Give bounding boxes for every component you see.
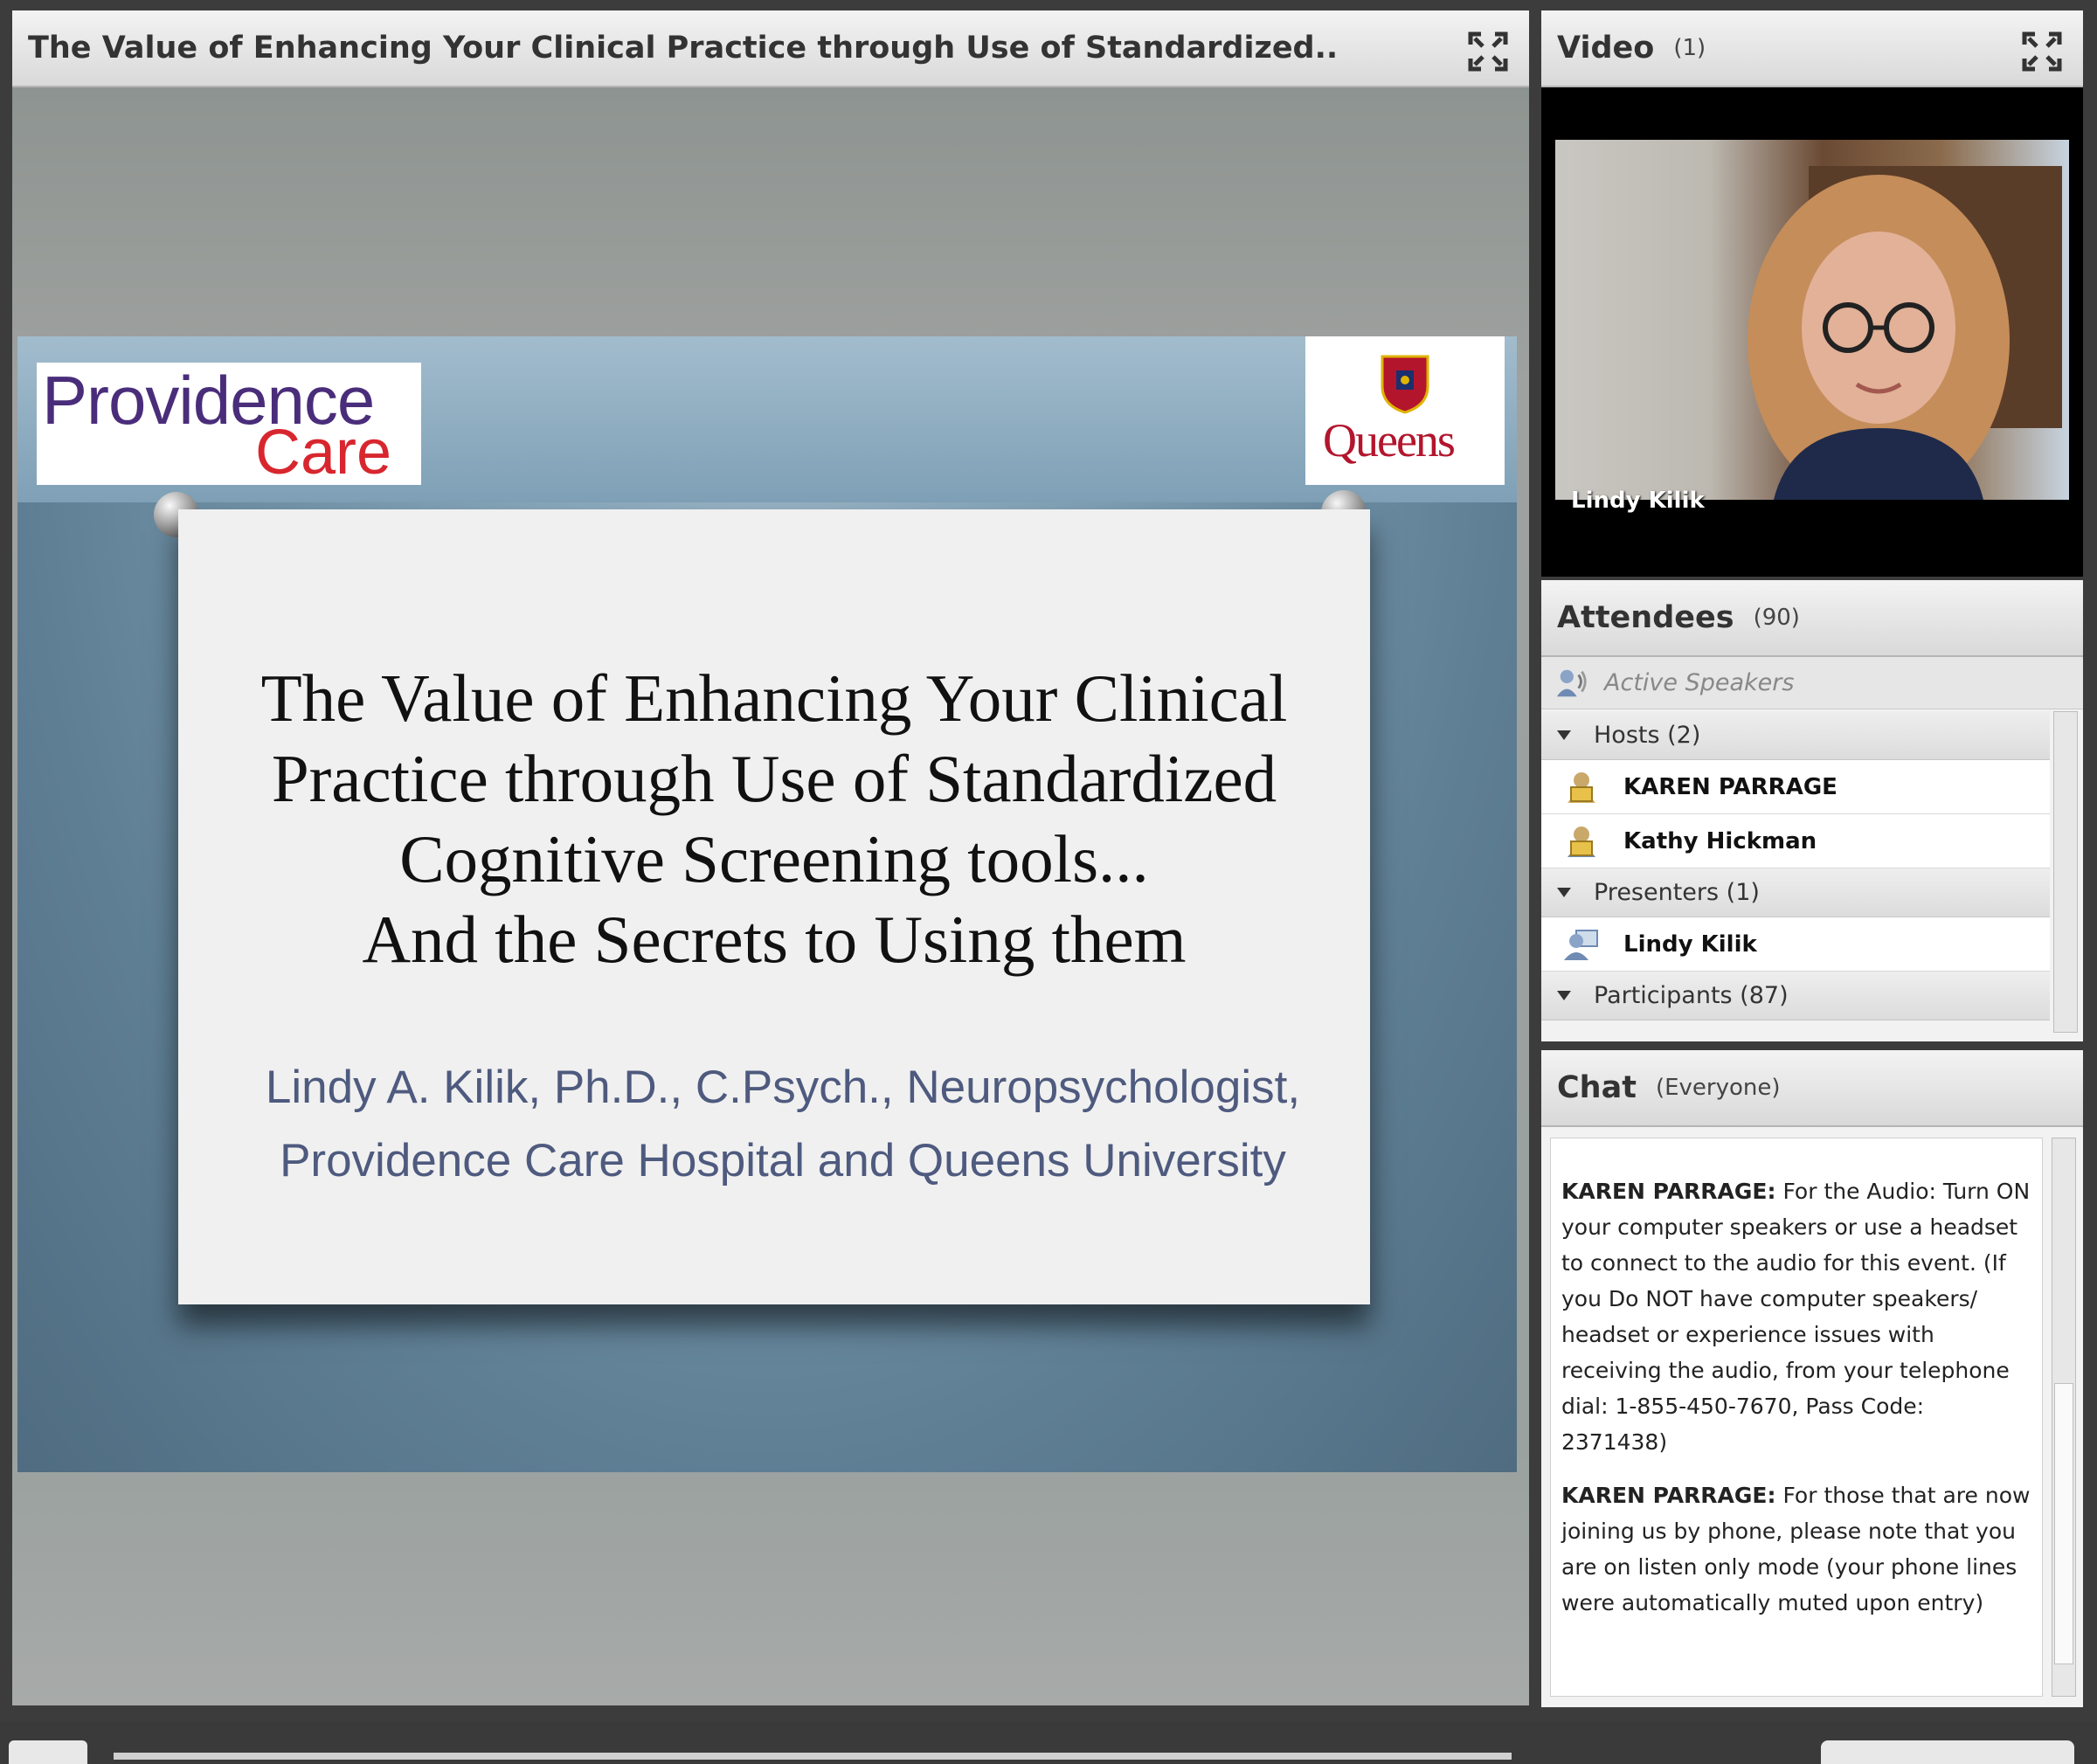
attendee-name: Kathy Hickman	[1623, 827, 1817, 854]
attendees-pod-title: Attendees	[1557, 600, 1734, 635]
share-pod-title: The Value of Enhancing Your Clinical Pra…	[28, 31, 1339, 66]
providence-care-logo: Providence Care	[37, 362, 421, 488]
host-lock-icon	[1568, 771, 1595, 803]
attendees-pod: Attendees (90) Active Speakers Hosts (2)…	[1541, 580, 2083, 1041]
host-lock-icon	[1568, 826, 1595, 857]
queens-logo-text: Queens	[1323, 414, 1456, 467]
slide-title: The Value of Enhancing Your Clinical Pra…	[204, 658, 1344, 979]
slide-area: Providence Care Queens The Value of Enha…	[12, 87, 1529, 1705]
chat-message: KAREN PARRAGE: For those that are now jo…	[1561, 1477, 2035, 1621]
queens-logo: Queens	[1305, 336, 1505, 485]
chat-sender: KAREN PARRAGE:	[1561, 1179, 1776, 1204]
chat-message-area: KAREN PARRAGE: For the Audio: Turn ON yo…	[1550, 1138, 2043, 1697]
bottom-toolbar	[0, 1721, 2097, 1764]
chat-scroll-thumb[interactable]	[2054, 1383, 2073, 1664]
video-pod-title: Video	[1557, 31, 1655, 66]
slide-title-line: Practice through Use of Standardized	[271, 741, 1277, 816]
attendees-pod-header: Attendees (90)	[1541, 580, 2083, 657]
attendee-list: Hosts (2) KAREN PARRAGE Kathy Hickman Pr…	[1541, 711, 2050, 1034]
speaker-icon	[1556, 669, 1587, 696]
presenter-icon	[1564, 929, 1598, 960]
video-pod-header: Video (1)	[1541, 10, 2083, 87]
attendee-name: KAREN PARRAGE	[1623, 773, 1837, 800]
video-pod-count: (1)	[1673, 35, 1706, 61]
chat-message: KAREN PARRAGE: For the Audio: Turn ON yo…	[1561, 1173, 2035, 1460]
attendee-group-presenters[interactable]: Presenters (1)	[1541, 868, 2050, 917]
bottom-right-button[interactable]	[1821, 1740, 2074, 1764]
chat-pod-header: Chat (Everyone)	[1541, 1050, 2083, 1127]
group-label: Presenters (1)	[1594, 879, 1760, 906]
slide-author-line: Providence Care Hospital and Queens Univ…	[280, 1135, 1286, 1186]
slide-title-line: And the Secrets to Using them	[362, 902, 1187, 977]
fullscreen-expand-icon[interactable]	[1468, 31, 1508, 72]
bottom-scroll-track[interactable]	[114, 1753, 1512, 1760]
video-pod: Video (1) Lindy Kilik	[1541, 10, 2083, 577]
attendee-group-hosts[interactable]: Hosts (2)	[1541, 711, 2050, 760]
group-label: Participants (87)	[1594, 982, 1789, 1009]
triangle-down-icon[interactable]	[1557, 991, 1571, 1000]
queens-crest-icon	[1381, 355, 1429, 414]
fullscreen-expand-icon[interactable]	[2022, 31, 2062, 72]
attendee-row[interactable]: Kathy Hickman	[1541, 814, 2050, 868]
slide-author: Lindy A. Kilik, Ph.D., C.Psych., Neurops…	[196, 1051, 1370, 1198]
chat-scrollbar[interactable]	[2052, 1138, 2076, 1697]
attendee-list-scrollbar[interactable]	[2053, 711, 2078, 1033]
chat-pod-scope: (Everyone)	[1655, 1075, 1781, 1101]
presentation-slide: Providence Care Queens The Value of Enha…	[17, 336, 1517, 1472]
group-label: Hosts (2)	[1594, 722, 1701, 749]
attendees-pod-count: (90)	[1753, 605, 1800, 631]
providence-logo-line2: Care	[255, 418, 392, 488]
attendee-row[interactable]: KAREN PARRAGE	[1541, 760, 2050, 814]
share-pod: The Value of Enhancing Your Clinical Pra…	[12, 10, 1529, 1705]
bottom-left-button[interactable]	[9, 1740, 87, 1764]
chat-sender: KAREN PARRAGE:	[1561, 1483, 1776, 1508]
slide-title-line: Cognitive Screening tools...	[399, 821, 1149, 896]
video-speaker-name: Lindy Kilik	[1571, 488, 1705, 514]
chat-pod-title: Chat	[1557, 1070, 1637, 1105]
attendee-group-participants[interactable]: Participants (87)	[1541, 972, 2050, 1020]
triangle-down-icon[interactable]	[1557, 888, 1571, 897]
slide-author-line: Lindy A. Kilik, Ph.D., C.Psych., Neurops…	[265, 1062, 1301, 1113]
chat-pod: Chat (Everyone) KAREN PARRAGE: For the A…	[1541, 1050, 2083, 1707]
title-card: The Value of Enhancing Your Clinical Pra…	[178, 509, 1370, 1304]
slide-title-line: The Value of Enhancing Your Clinical	[260, 661, 1288, 736]
active-speakers-label: Active Speakers	[1604, 669, 1795, 696]
triangle-down-icon[interactable]	[1557, 730, 1571, 740]
speaker-video-image	[1748, 166, 2062, 500]
share-pod-header: The Value of Enhancing Your Clinical Pra…	[12, 10, 1529, 87]
chat-text: For the Audio: Turn ON your computer spe…	[1561, 1179, 2031, 1455]
attendee-row[interactable]: Lindy Kilik	[1541, 917, 2050, 972]
active-speakers-bar: Active Speakers	[1541, 657, 2083, 709]
attendee-name: Lindy Kilik	[1623, 930, 1757, 958]
webcam-video[interactable]	[1555, 140, 2069, 500]
